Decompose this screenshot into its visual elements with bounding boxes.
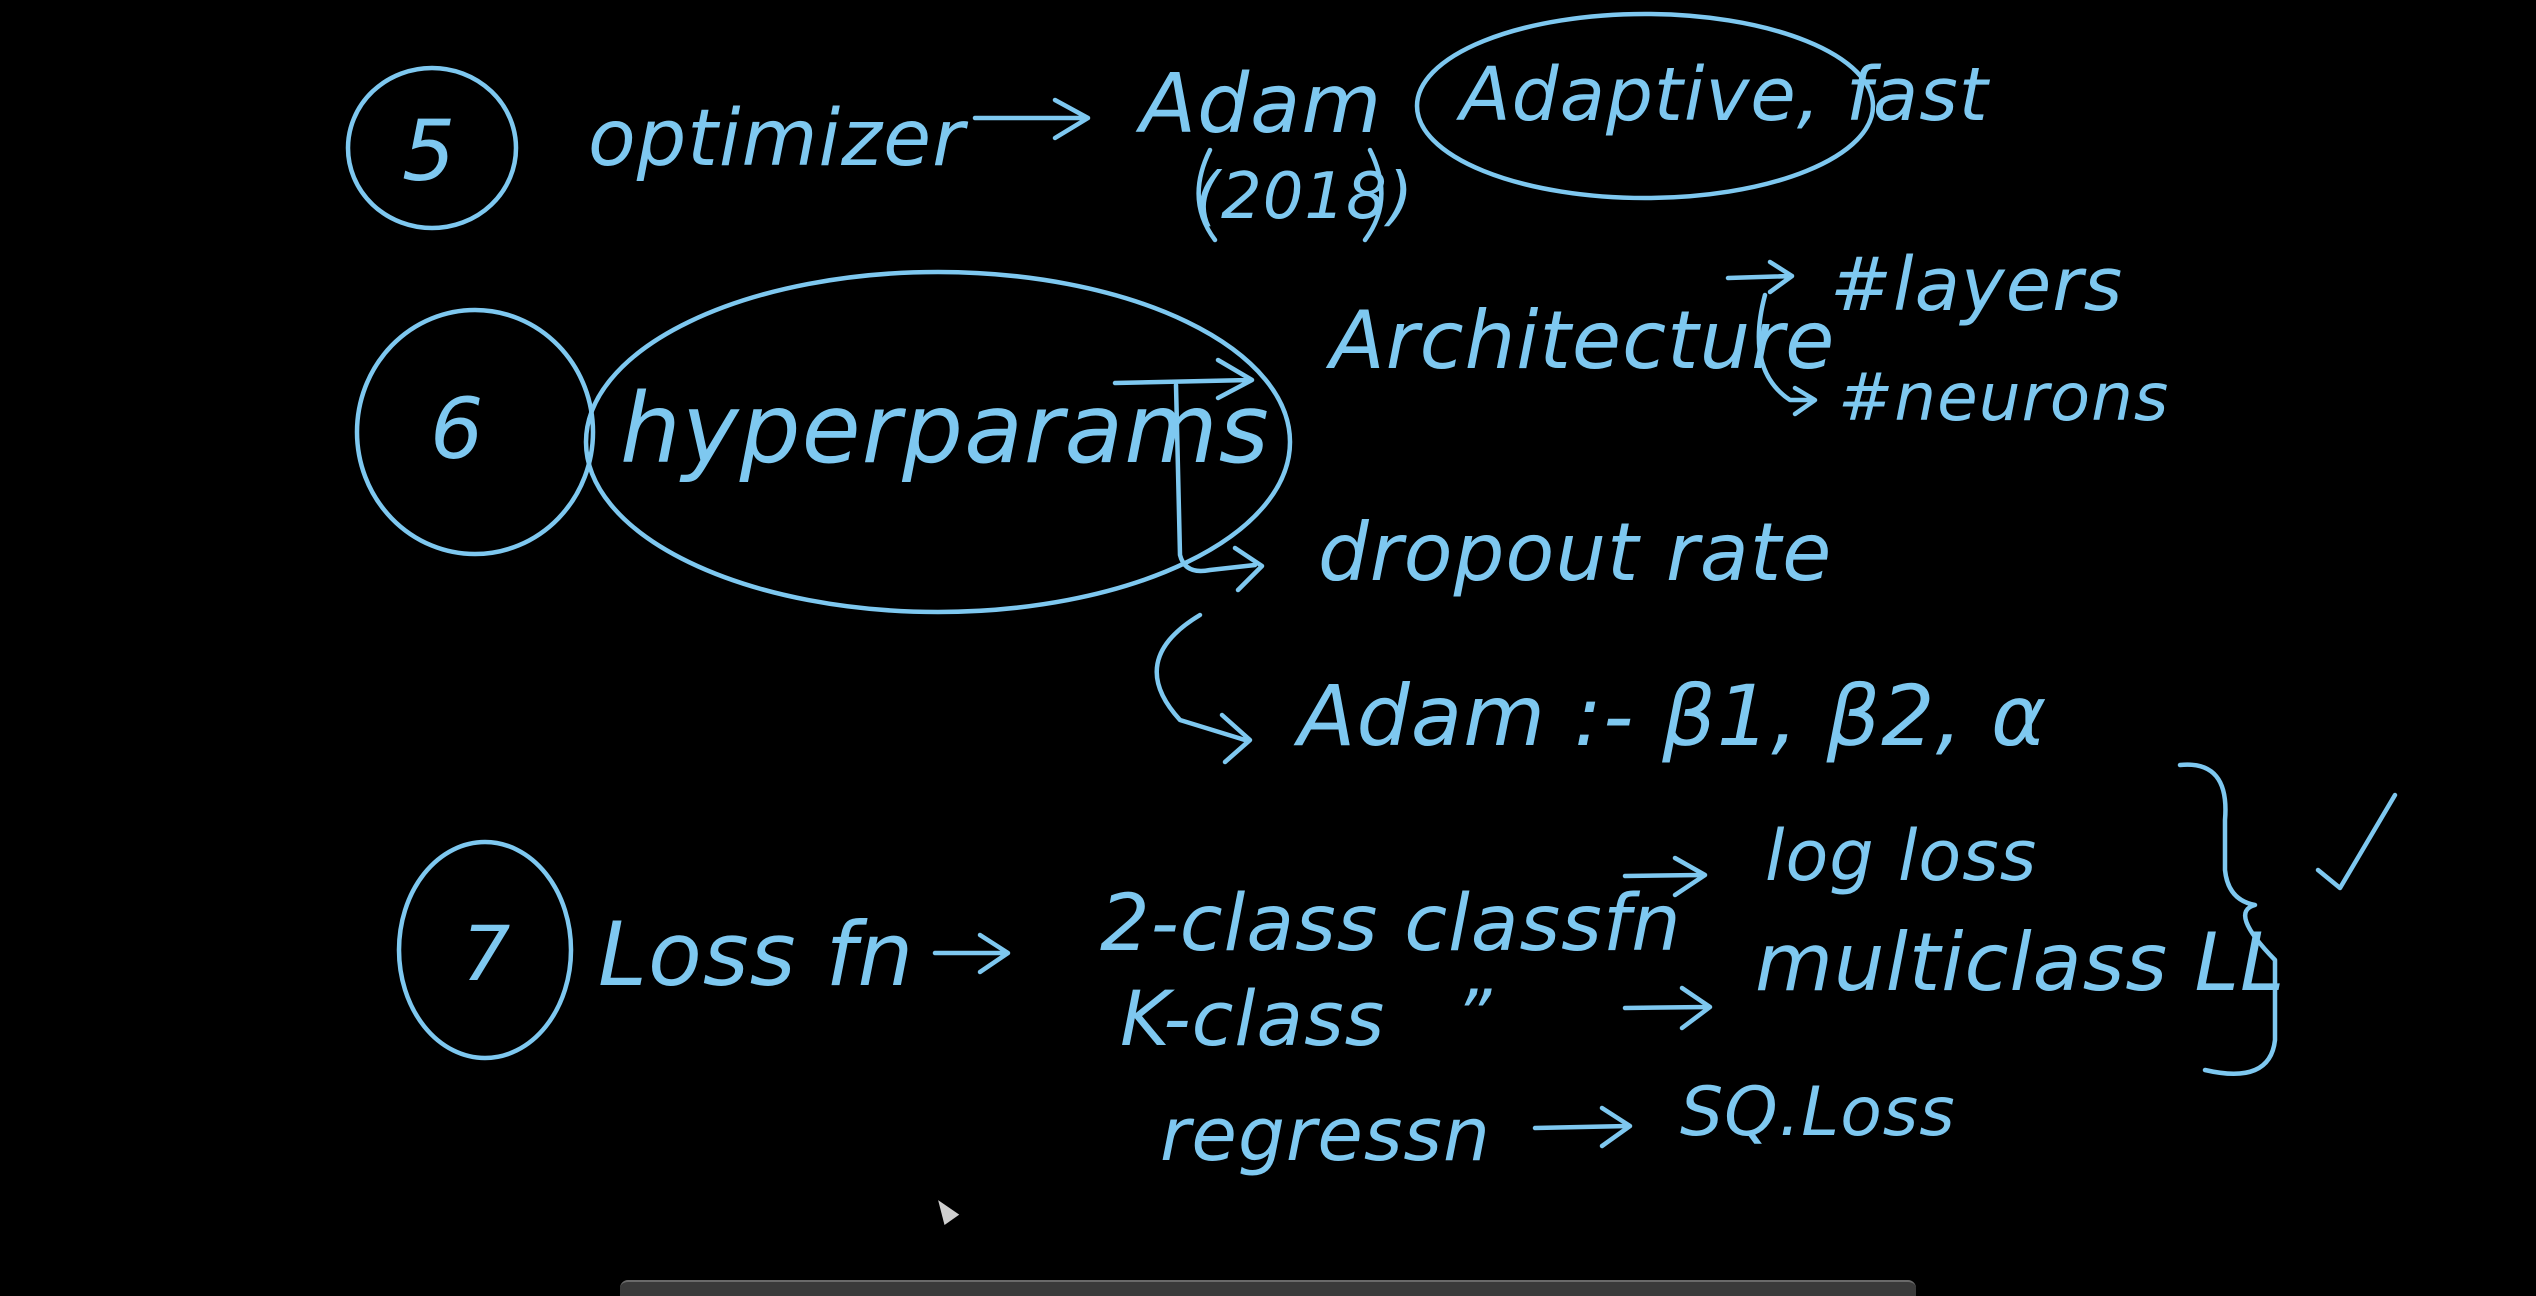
label-multiclass-ll: multiclass LL <box>1755 916 2286 1009</box>
label-sq-loss: SQ.Loss <box>1680 1073 1956 1152</box>
notes-canvas: 5 optimizer Adam (2018) Adaptive, fast 6… <box>345 11 2398 1178</box>
label-k-class: K-class <box>1120 974 1385 1063</box>
label-log-loss: log loss <box>1765 815 2037 897</box>
number-5: 5 <box>402 102 456 200</box>
number-6: 6 <box>430 380 484 478</box>
arrow-to-multiclass <box>1622 985 1713 1031</box>
number-7: 7 <box>462 909 511 998</box>
label-adam-params: Adam :- β1, β2, α <box>1293 667 2047 765</box>
whiteboard: 5 optimizer Adam (2018) Adaptive, fast 6… <box>0 0 2536 1296</box>
label-optimizer: optimizer <box>588 94 969 184</box>
arrow-to-layers <box>1725 259 1795 295</box>
arrow-to-adam-params <box>1154 612 1253 765</box>
label-adam-year: (2018) <box>1195 160 1414 234</box>
label-ditto: ” <box>1455 975 1492 1057</box>
arrow-optimizer-adam <box>972 97 1091 141</box>
label-adam: Adam <box>1135 57 1382 152</box>
label-neurons: #neurons <box>1838 359 2169 436</box>
label-loss-fn: Loss fn <box>598 903 914 1006</box>
handwritten-text: 5 optimizer Adam (2018) Adaptive, fast 6… <box>402 52 2286 1178</box>
arrow-lossfn <box>932 932 1011 975</box>
label-two-class: 2-class classfn <box>1100 879 1682 969</box>
label-dropout-rate: dropout rate <box>1318 506 1832 599</box>
label-architecture: Architecture <box>1325 294 1835 387</box>
checkmark <box>2315 792 2398 891</box>
label-layers: #layers <box>1830 242 2123 328</box>
label-adaptive-fast: Adaptive, fast <box>1456 52 1991 138</box>
arrow-to-sqloss <box>1532 1105 1633 1149</box>
label-regression: regressn <box>1160 1092 1491 1178</box>
bottom-toolbar[interactable] <box>620 1280 1916 1296</box>
label-hyperparams: hyperparams <box>620 373 1270 485</box>
